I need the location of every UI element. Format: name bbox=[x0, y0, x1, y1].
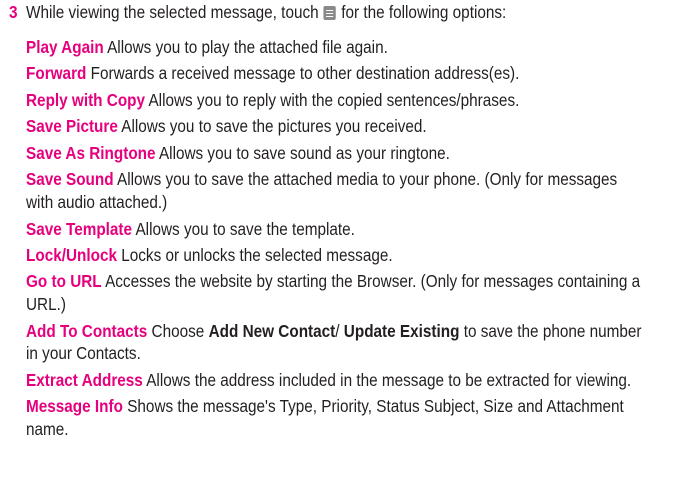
option-title: Play Again bbox=[26, 37, 104, 57]
option-extract-address: Extract Address Allows the address inclu… bbox=[26, 369, 642, 392]
option-title: Extract Address bbox=[26, 369, 143, 390]
add-new-contact-label: Add New Contact bbox=[208, 320, 336, 341]
option-go-to-url: Go to URL Accesses the website by starti… bbox=[26, 270, 642, 315]
options-list: Play Again Allows you to play the attach… bbox=[26, 36, 642, 444]
option-desc: Forwards a received message to other des… bbox=[90, 63, 520, 84]
option-save-as-ringtone: Save As Ringtone Allows you to save soun… bbox=[26, 142, 642, 165]
option-title: Save Picture bbox=[26, 116, 118, 137]
update-existing-label: Update Existing bbox=[343, 320, 460, 341]
option-reply-with-copy: Reply with Copy Allows you to reply with… bbox=[26, 89, 642, 112]
option-save-template: Save Template Allows you to save the tem… bbox=[26, 218, 642, 241]
option-save-sound: Save Sound Allows you to save the attach… bbox=[26, 168, 642, 213]
option-desc: Locks or unlocks the selected message. bbox=[121, 244, 393, 265]
step-number: 3 bbox=[9, 2, 18, 22]
option-desc: Allows you to reply with the copied sent… bbox=[148, 89, 520, 110]
option-title: Message Info bbox=[26, 396, 123, 417]
option-forward: Forward Forwards a received message to o… bbox=[26, 62, 642, 85]
intro-text-after: for the following options: bbox=[341, 2, 507, 22]
option-title: Save Sound bbox=[26, 169, 114, 190]
option-add-to-contacts: Add To Contacts Choose Add New Contact/ … bbox=[26, 320, 642, 365]
option-save-picture: Save Picture Allows you to save the pict… bbox=[26, 115, 642, 138]
option-title: Forward bbox=[26, 63, 87, 84]
menu-key-icon bbox=[323, 6, 337, 20]
option-desc: Allows you to play the attached file aga… bbox=[107, 37, 388, 57]
option-desc: Allows you to save sound as your rington… bbox=[158, 142, 450, 163]
option-title: Reply with Copy bbox=[26, 89, 146, 110]
option-desc-pre: Choose bbox=[151, 320, 205, 341]
option-title: Lock/Unlock bbox=[26, 244, 117, 265]
option-message-info: Message Info Shows the message's Type, P… bbox=[26, 395, 642, 440]
option-desc: Accesses the website by starting the Bro… bbox=[26, 271, 641, 315]
step-intro: While viewing the selected message, touc… bbox=[26, 2, 506, 23]
option-play-again: Play Again Allows you to play the attach… bbox=[26, 36, 642, 59]
option-title: Add To Contacts bbox=[26, 320, 148, 341]
option-lock-unlock: Lock/Unlock Locks or unlocks the selecte… bbox=[26, 244, 642, 267]
option-desc: Allows you to save the template. bbox=[135, 218, 355, 239]
intro-text-before: While viewing the selected message, touc… bbox=[26, 2, 319, 22]
option-title: Go to URL bbox=[26, 271, 102, 292]
option-title: Save Template bbox=[26, 218, 133, 239]
option-desc: Allows you to save the attached media to… bbox=[26, 169, 618, 213]
option-title: Save As Ringtone bbox=[26, 142, 156, 163]
option-desc: Allows you to save the pictures you rece… bbox=[121, 116, 427, 137]
option-desc-separator: / bbox=[335, 320, 340, 341]
option-desc: Allows the address included in the messa… bbox=[146, 369, 632, 390]
